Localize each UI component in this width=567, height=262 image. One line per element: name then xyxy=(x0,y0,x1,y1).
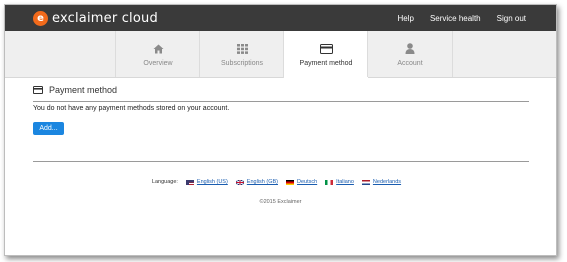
language-english-gb[interactable]: English (GB) xyxy=(235,179,278,185)
grid-icon xyxy=(236,42,248,56)
top-navbar: e exclaimer cloud Help Service health Si… xyxy=(5,5,556,31)
main-content: Payment method You do not have any payme… xyxy=(33,81,529,135)
help-link[interactable]: Help xyxy=(397,14,413,23)
exclaimer-logo[interactable]: e exclaimer cloud xyxy=(33,10,158,27)
section-tabs: Overview Subscriptions Payment method Ac… xyxy=(5,31,556,78)
dutch-flag-icon xyxy=(361,179,370,185)
language-link[interactable]: English (US) xyxy=(197,179,228,185)
credit-card-icon xyxy=(33,81,43,99)
language-italiano[interactable]: Italiano xyxy=(325,179,354,185)
heading-divider xyxy=(33,101,529,102)
us-flag-icon xyxy=(185,179,194,185)
footer-divider xyxy=(33,161,529,162)
language-label: Language: xyxy=(151,179,178,185)
tab-account-label: Account xyxy=(397,59,423,67)
german-flag-icon xyxy=(285,179,294,185)
page-heading: Payment method xyxy=(33,81,529,99)
tab-overview[interactable]: Overview xyxy=(115,31,200,77)
browser-frame: e exclaimer cloud Help Service health Si… xyxy=(4,4,557,256)
empty-message: You do not have any payment methods stor… xyxy=(33,105,230,112)
language-link[interactable]: Italiano xyxy=(336,179,354,185)
language-nederlands[interactable]: Nederlands xyxy=(361,179,401,185)
top-links: Help Service health Sign out xyxy=(381,5,526,31)
italian-flag-icon xyxy=(325,179,334,185)
language-link[interactable]: English (GB) xyxy=(247,179,278,185)
copyright: ©2015 Exclaimer xyxy=(259,199,302,205)
tab-subscriptions-label: Subscriptions xyxy=(220,59,264,67)
home-icon xyxy=(153,42,164,56)
language-deutsch[interactable]: Deutsch xyxy=(285,179,317,185)
language-link[interactable]: Nederlands xyxy=(373,179,401,185)
uk-flag-icon xyxy=(235,179,244,185)
service-health-link[interactable]: Service health xyxy=(430,14,481,23)
tab-overview-label: Overview xyxy=(143,59,173,67)
page-title: Payment method xyxy=(49,85,118,95)
sign-out-link[interactable]: Sign out xyxy=(497,14,526,23)
logo-text: exclaimer cloud xyxy=(52,11,158,26)
add-payment-method-button[interactable]: Add... xyxy=(33,122,64,135)
language-link[interactable]: Deutsch xyxy=(297,179,317,185)
tab-payment-method-label: Payment method xyxy=(299,60,353,67)
credit-card-icon xyxy=(319,42,333,56)
language-selector: Language: English (US) English (GB) Deut… xyxy=(5,179,556,185)
user-icon xyxy=(405,42,415,56)
language-english-us[interactable]: English (US) xyxy=(185,179,228,185)
tab-payment-method[interactable]: Payment method xyxy=(283,31,368,78)
tab-subscriptions[interactable]: Subscriptions xyxy=(199,31,284,77)
exclaimer-logo-icon: e xyxy=(33,11,48,26)
tab-account[interactable]: Account xyxy=(367,31,453,77)
